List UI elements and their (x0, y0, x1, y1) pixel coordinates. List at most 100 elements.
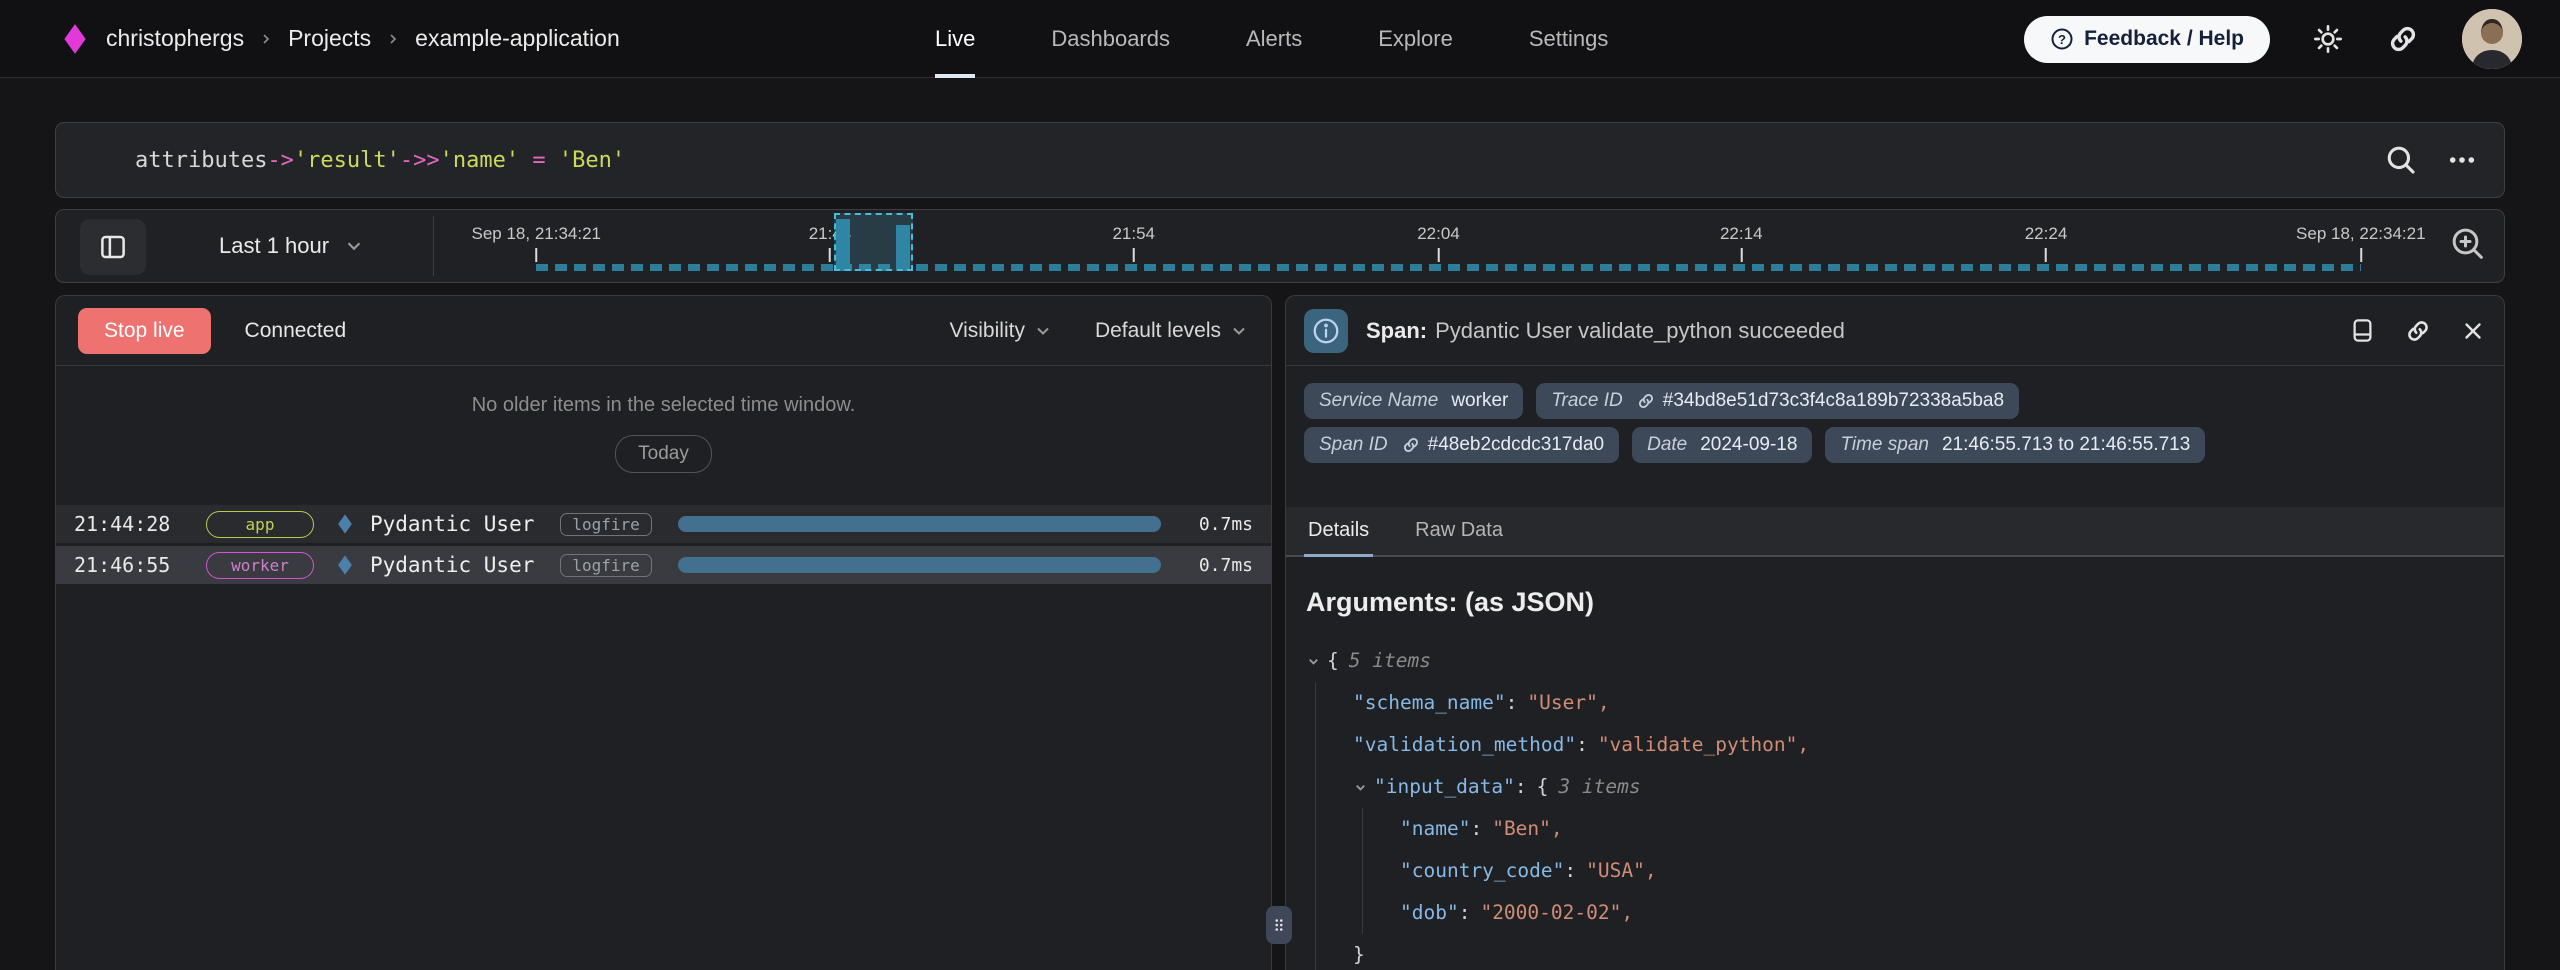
tab-explore[interactable]: Explore (1378, 0, 1453, 78)
feedback-help-button[interactable]: ? Feedback / Help (2024, 16, 2270, 63)
timeline-bar: Last 1 hour Sep 18, 21:34:21 21:44 21:54… (55, 209, 2505, 283)
chip-label: Service Name (1319, 390, 1438, 412)
tab-live[interactable]: Live (935, 0, 975, 78)
question-icon: ? (2050, 27, 2074, 51)
tick-label: Sep 18, 21:34:21 (471, 224, 601, 244)
json-root-line[interactable]: { 5 items (1306, 640, 2484, 682)
visibility-dropdown[interactable]: Visibility (949, 319, 1052, 343)
breadcrumb-section[interactable]: Projects (288, 25, 371, 52)
logfire-logo-icon[interactable] (62, 22, 88, 56)
json-entry: "validation_method":"validate_python", (1353, 724, 2484, 766)
tick-label: 22:24 (2025, 224, 2068, 244)
tab-settings[interactable]: Settings (1529, 0, 1609, 78)
run-search-button[interactable] (2384, 143, 2418, 177)
timeline-selection[interactable] (834, 213, 913, 271)
live-feed: No older items in the selected time wind… (56, 366, 1271, 584)
span-row[interactable]: 21:46:55 worker Pydantic User logfire 0.… (56, 546, 1271, 584)
user-avatar[interactable] (2462, 9, 2522, 69)
span-id-chip[interactable]: Span ID #48eb2cdcdc317da0 (1304, 427, 1619, 463)
json-colon: : (1459, 892, 1471, 934)
json-key: "country_code" (1400, 850, 1564, 892)
time-span-chip[interactable]: Time span 21:46:55.713 to 21:46:55.713 (1825, 427, 2205, 463)
json-value: "USA", (1586, 850, 1656, 892)
span-diamond-icon (336, 513, 354, 535)
tab-alerts[interactable]: Alerts (1246, 0, 1302, 78)
info-circle-icon (1311, 316, 1341, 346)
query-more-button[interactable] (2446, 144, 2478, 176)
json-entry: "schema_name":"User", (1353, 682, 2484, 724)
tick-label: 22:04 (1417, 224, 1460, 244)
json-colon: : (1470, 808, 1482, 850)
default-levels-dropdown[interactable]: Default levels (1095, 319, 1249, 343)
breadcrumb-project[interactable]: example-application (415, 25, 620, 52)
chip-label: Span ID (1319, 434, 1388, 456)
panel-bottom-icon (2349, 317, 2376, 344)
default-levels-label: Default levels (1095, 319, 1221, 343)
date-chip[interactable]: Date 2024-09-18 (1632, 427, 1812, 463)
stop-live-button[interactable]: Stop live (78, 308, 211, 354)
span-list: 21:44:28 app Pydantic User logfire 0.7ms… (56, 505, 1271, 584)
zoom-in-icon (2448, 224, 2488, 264)
tab-details[interactable]: Details (1304, 507, 1373, 557)
span-title-text: Pydantic User validate_python succeeded (1435, 318, 1845, 343)
svg-text:?: ? (2058, 32, 2066, 47)
json-key: "dob" (1400, 892, 1459, 934)
query-token-attribute: attributes (135, 148, 267, 173)
span-time: 21:44:28 (74, 512, 190, 536)
tick-label: 22:14 (1720, 224, 1763, 244)
span-metadata: Service Name worker Trace ID #34bd8e51d7… (1286, 366, 2504, 463)
visibility-label: Visibility (949, 319, 1024, 343)
json-brace: } (1353, 934, 1365, 970)
json-entry: "dob":"2000-02-02", (1400, 892, 2484, 934)
dock-panel-button[interactable] (2349, 317, 2376, 344)
json-key: "name" (1400, 808, 1470, 850)
time-range-dropdown[interactable]: Last 1 hour (219, 210, 365, 282)
span-row[interactable]: 21:44:28 app Pydantic User logfire 0.7ms (56, 505, 1271, 543)
close-details-button[interactable] (2460, 318, 2486, 344)
timeline-tick: Sep 18, 22:34:21 (2296, 224, 2426, 262)
json-entry-object[interactable]: "input_data":{3 items (1353, 766, 2484, 808)
timeline-tick: 22:24 (2025, 224, 2068, 262)
service-tag[interactable]: app (206, 511, 314, 538)
span-details-header: Span:Pydantic User validate_python succe… (1286, 296, 2504, 366)
copy-span-link-button[interactable] (2404, 317, 2432, 345)
query-bar[interactable]: attributes->'result'->>'name' = 'Ben' (55, 122, 2505, 198)
live-panel: Stop live Connected Visibility Default l… (55, 295, 1272, 970)
collapse-icon[interactable] (1306, 654, 1321, 669)
service-name-chip[interactable]: Service Name worker (1304, 383, 1523, 419)
query-input[interactable]: attributes->'result'->>'name' = 'Ben' (82, 123, 625, 198)
service-tag[interactable]: worker (206, 552, 314, 579)
avatar-photo (2462, 9, 2522, 69)
json-colon: : (1506, 682, 1518, 724)
json-value: "User", (1527, 682, 1609, 724)
share-link-button[interactable] (2386, 22, 2420, 56)
today-button[interactable]: Today (615, 435, 712, 473)
topbar-actions: ? Feedback / Help (2024, 0, 2522, 78)
dots-grid-icon (1270, 912, 1288, 938)
tab-raw-data[interactable]: Raw Data (1411, 507, 1507, 557)
json-value: "validate_python", (1598, 724, 1809, 766)
collapse-icon[interactable] (1353, 780, 1368, 795)
breadcrumb-org[interactable]: christophergs (106, 25, 244, 52)
query-token-string: 'name' (440, 148, 519, 173)
json-colon: : (1564, 850, 1576, 892)
sidebar-toggle-button[interactable] (80, 219, 146, 275)
tab-dashboards[interactable]: Dashboards (1051, 0, 1170, 78)
json-colon: : (1515, 766, 1527, 808)
theme-toggle-button[interactable] (2312, 23, 2344, 55)
json-tree: { 5 items "schema_name":"User", "validat… (1306, 640, 2484, 970)
json-close-line: } (1353, 934, 2484, 970)
timeline-activity-line (536, 264, 2361, 271)
sidebar-layout-icon (98, 232, 128, 262)
json-root-block: "schema_name":"User", "validation_method… (1315, 682, 2484, 970)
chip-label: Time span (1840, 434, 1929, 456)
tick-label: Sep 18, 22:34:21 (2296, 224, 2426, 244)
duration-bar (678, 557, 1161, 573)
scope-tag: logfire (560, 554, 651, 577)
timeline-track[interactable]: Sep 18, 21:34:21 21:44 21:54 22:04 22:14… (436, 210, 2441, 282)
timeline-zoom-button[interactable] (2448, 224, 2488, 264)
panel-resize-handle[interactable] (1266, 906, 1292, 944)
info-badge (1304, 309, 1348, 353)
span-details-panel: Span:Pydantic User validate_python succe… (1285, 295, 2505, 970)
trace-id-chip[interactable]: Trace ID #34bd8e51d73c3f4c8a189b72338a5b… (1536, 383, 2019, 419)
